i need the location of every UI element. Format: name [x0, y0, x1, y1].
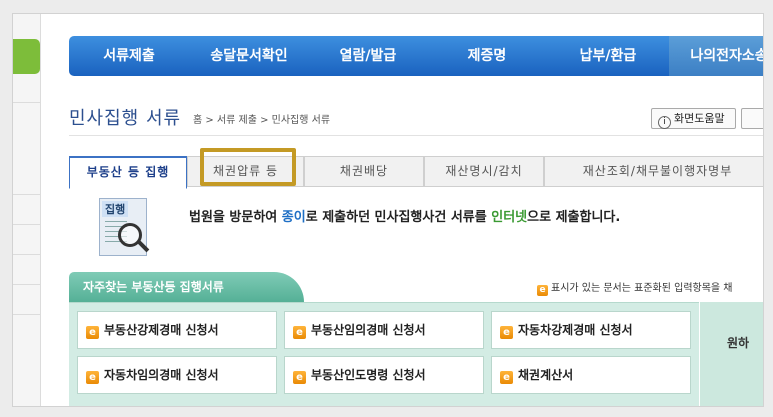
nav-submit-documents[interactable]: 서류제출 [69, 36, 189, 76]
e-form-icon: e [537, 285, 548, 296]
tab-property-disclosure[interactable]: 재산명시/감치 [424, 156, 544, 187]
e-form-icon: e [293, 371, 306, 384]
breadcrumb[interactable]: 홈 > 서류 제출 > 민사집행 서류 [193, 111, 330, 126]
info-icon: i [658, 116, 671, 129]
panel-title: 자주찾는 부동산등 집행서류 [69, 272, 304, 302]
magnifier-handle [136, 239, 150, 253]
nav-my-e-litigation[interactable]: 나의전자소송 [669, 36, 763, 76]
help-button-label: 화면도움말 [674, 112, 725, 125]
execution-icon-label: 집행 [102, 201, 129, 217]
doc-button[interactable]: e 부동산강제경매 신청서 [77, 311, 277, 349]
doc-button-label: 부동산강제경매 신청서 [104, 323, 219, 337]
panel-right-text: 원하 [727, 336, 750, 350]
panel-note: e 표시가 있는 문서는 표준화된 입력항목을 채 [537, 279, 733, 296]
page-title: 민사집행 서류 [69, 108, 182, 129]
doc-button-label: 자동차강제경매 신청서 [518, 323, 633, 337]
doc-button-label: 부동산임의경매 신청서 [311, 323, 426, 337]
doc-button-label: 자동차임의경매 신청서 [104, 368, 219, 382]
e-form-icon: e [500, 371, 513, 384]
panel-note-text: 표시가 있는 문서는 표준화된 입력항목을 채 [551, 283, 733, 294]
tab-claim-distribution[interactable]: 채권배당 [304, 156, 424, 187]
intro-text: 법원을 방문하여 종이로 제출하던 민사집행사건 서류를 인터넷으로 제출합니다… [189, 206, 620, 225]
e-form-icon: e [293, 326, 306, 339]
left-divider [13, 102, 40, 103]
intro-text-paper: 종이 [281, 210, 306, 225]
intro-text-part: 으로 제출합니다. [527, 210, 621, 225]
help-button[interactable]: i 화면도움말 [651, 108, 736, 129]
tab-property-inquiry[interactable]: 재산조회/채무불이행자명부 [544, 156, 763, 187]
intro-text-part: 법원을 방문하여 [189, 210, 282, 225]
title-divider [69, 135, 763, 136]
left-divider [13, 224, 40, 225]
page-frame: 서류제출 송달문서확인 열람/발급 제증명 납부/환급 나의전자소송 민사집행 … [12, 13, 764, 407]
print-button[interactable] [741, 108, 763, 129]
nav-payment-refund[interactable]: 납부/환급 [547, 36, 669, 76]
top-navigation: 서류제출 송달문서확인 열람/발급 제증명 납부/환급 나의전자소송 [69, 36, 763, 76]
e-form-icon: e [86, 326, 99, 339]
tab-real-estate-execution[interactable]: 부동산 등 집행 [69, 156, 187, 189]
left-divider [13, 284, 40, 285]
highlight-box [200, 148, 296, 186]
left-divider [13, 314, 40, 315]
doc-button[interactable]: e 부동산임의경매 신청서 [284, 311, 484, 349]
doc-button-label: 부동산인도명령 신청서 [311, 368, 426, 382]
nav-view-issue[interactable]: 열람/발급 [309, 36, 427, 76]
doc-button-label: 채권계산서 [518, 368, 574, 382]
doc-button[interactable]: e 부동산인도명령 신청서 [284, 356, 484, 394]
panel-right-section [699, 302, 763, 406]
intro-text-internet: 인터넷 [491, 210, 528, 225]
doc-button[interactable]: e 자동차임의경매 신청서 [77, 356, 277, 394]
nav-certificates[interactable]: 제증명 [427, 36, 547, 76]
tab-bar: 부동산 등 집행 채권압류 등 채권배당 재산명시/감치 재산조회/채무불이행자… [69, 156, 763, 189]
left-sidebar [13, 14, 41, 406]
execution-document-icon: 집행 [99, 198, 150, 256]
doc-button[interactable]: e 자동차강제경매 신청서 [491, 311, 691, 349]
e-form-icon: e [500, 326, 513, 339]
e-form-icon: e [86, 371, 99, 384]
left-sidebar-tab[interactable] [13, 39, 40, 74]
left-divider [13, 194, 40, 195]
doc-button[interactable]: e 채권계산서 [491, 356, 691, 394]
nav-check-served-documents[interactable]: 송달문서확인 [189, 36, 309, 76]
intro-text-part: 로 제출하던 민사집행사건 서류를 [305, 210, 492, 225]
left-divider [13, 254, 40, 255]
